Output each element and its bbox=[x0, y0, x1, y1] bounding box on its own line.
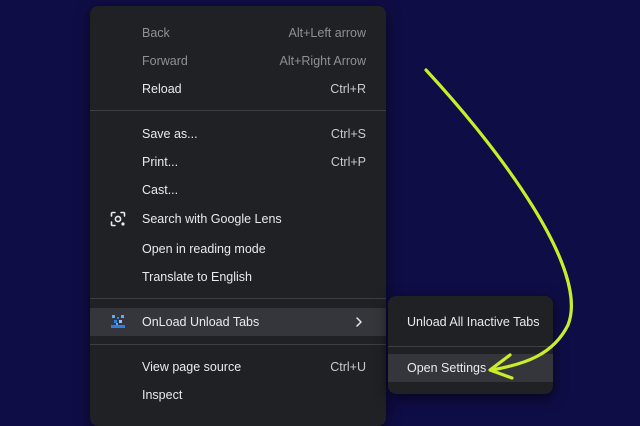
submenu-item-label: Open Settings bbox=[407, 361, 487, 375]
submenu-item-label: Unload All Inactive Tabs bbox=[407, 315, 540, 329]
menu-item-label: Back bbox=[142, 26, 170, 40]
menu-item-search-with-google-lens[interactable]: Search with Google Lens bbox=[90, 205, 386, 233]
menu-item-label: Open in reading mode bbox=[142, 242, 266, 256]
menu-item-label: Search with Google Lens bbox=[142, 212, 282, 226]
menu-divider bbox=[90, 298, 386, 299]
menu-item-shortcut: Ctrl+P bbox=[330, 155, 366, 169]
submenu-item-open-settings[interactable]: Open Settings bbox=[388, 354, 553, 382]
menu-item-view-page-source[interactable]: View page source Ctrl+U bbox=[90, 353, 386, 381]
menu-item-label: Cast... bbox=[142, 183, 179, 197]
menu-item-label: Forward bbox=[142, 54, 188, 68]
menu-item-translate-to-english[interactable]: Translate to English bbox=[90, 263, 386, 291]
onload-extension-icon bbox=[110, 314, 126, 330]
menu-item-inspect[interactable]: Inspect bbox=[90, 381, 386, 409]
menu-item-shortcut: Ctrl+S bbox=[330, 127, 366, 141]
menu-item-shortcut: Ctrl+R bbox=[330, 82, 366, 96]
submenu-item-unload-all-inactive-tabs[interactable]: Unload All Inactive Tabs bbox=[388, 308, 553, 336]
menu-item-shortcut: Alt+Left arrow bbox=[288, 26, 366, 40]
menu-item-label: Translate to English bbox=[142, 270, 253, 284]
menu-item-shortcut: Alt+Right Arrow bbox=[279, 54, 367, 68]
submenu-divider bbox=[388, 346, 553, 347]
onload-submenu: Unload All Inactive Tabs Open Settings bbox=[388, 296, 553, 394]
context-menu: Back Alt+Left arrow Forward Alt+Right Ar… bbox=[90, 6, 386, 426]
menu-item-label: OnLoad Unload Tabs bbox=[142, 315, 260, 329]
menu-item-open-in-reading-mode[interactable]: Open in reading mode bbox=[90, 235, 386, 263]
menu-item-save-as[interactable]: Save as... Ctrl+S bbox=[90, 120, 386, 148]
menu-item-label: Save as... bbox=[142, 127, 198, 141]
menu-item-forward[interactable]: Forward Alt+Right Arrow bbox=[90, 47, 386, 75]
menu-item-shortcut: Ctrl+U bbox=[330, 360, 366, 374]
menu-item-label: View page source bbox=[142, 360, 242, 374]
menu-divider bbox=[90, 344, 386, 345]
chevron-right-icon bbox=[354, 316, 364, 328]
google-lens-icon bbox=[110, 211, 126, 227]
menu-item-reload[interactable]: Reload Ctrl+R bbox=[90, 75, 386, 103]
menu-item-label: Print... bbox=[142, 155, 179, 169]
menu-item-onload-unload-tabs[interactable]: OnLoad Unload Tabs bbox=[90, 308, 386, 336]
menu-item-back[interactable]: Back Alt+Left arrow bbox=[90, 19, 386, 47]
menu-item-print[interactable]: Print... Ctrl+P bbox=[90, 148, 386, 176]
menu-divider bbox=[90, 110, 386, 111]
menu-item-cast[interactable]: Cast... bbox=[90, 176, 386, 204]
menu-item-label: Reload bbox=[142, 82, 182, 96]
